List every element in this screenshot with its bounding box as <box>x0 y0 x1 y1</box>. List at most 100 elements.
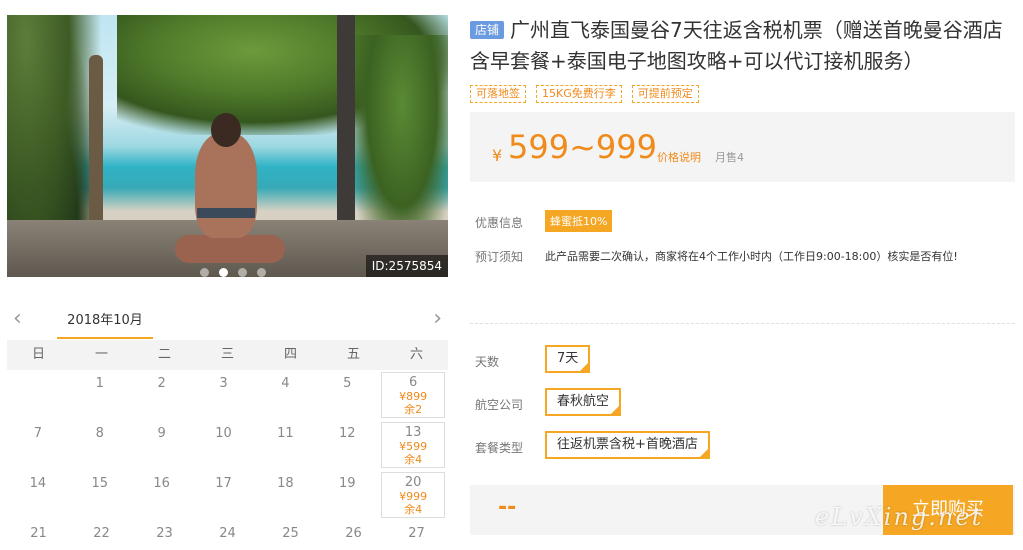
calendar-day-price: ¥899 <box>399 390 428 403</box>
calendar-day: 10 <box>193 420 255 470</box>
calendar-day-number: 17 <box>215 476 232 491</box>
airline-option-button[interactable]: 春秋航空 <box>545 388 622 416</box>
weekday-label: 六 <box>409 347 423 362</box>
calendar-day-number: 22 <box>93 526 110 541</box>
calendar-day-price: ¥999 <box>399 490 428 503</box>
weekday-label: 一 <box>94 347 108 362</box>
days-label: 天数 <box>475 355 500 369</box>
calendar-day-number: 15 <box>91 476 109 491</box>
calendar-day-available[interactable]: 6 ¥899 余2 <box>381 372 446 418</box>
calendar-day-number: 12 <box>338 426 356 441</box>
calendar-week-row: 1 2 3 4 5 6 ¥899 余2 <box>7 370 448 420</box>
product-title-block: 店铺 广州直飞泰国曼谷7天往返含税机票（赠送首晚曼谷酒店含早套餐+泰国电子地图攻略… <box>470 15 1015 77</box>
calendar-day: 23 <box>133 520 196 550</box>
calendar-day-number: 4 <box>281 376 290 391</box>
calendar-week-row: 21 22 23 24 25 26 27 <box>7 520 448 550</box>
calendar-day-number: 19 <box>338 476 356 491</box>
promo-badge: 蜂蜜抵10% <box>545 210 613 232</box>
carousel-dot-active[interactable] <box>219 268 228 277</box>
price-range: 599~999 <box>508 128 657 166</box>
weekday-label: 日 <box>31 347 45 362</box>
weekday-label: 三 <box>220 347 234 362</box>
calendar-day-number: 7 <box>33 426 43 441</box>
calendar-day-number: 16 <box>153 476 170 491</box>
weekday-label: 五 <box>346 347 360 362</box>
package-option-row: 套餐类型 往返机票含税+首晚酒店 <box>470 431 1015 463</box>
calendar-day-number: 20 <box>404 475 422 490</box>
currency-symbol: ¥ <box>492 146 503 165</box>
calendar-day-number: 6 <box>408 375 418 390</box>
calendar-month-tab[interactable]: 2018年10月 <box>57 303 153 339</box>
package-option-button[interactable]: 往返机票含税+首晚酒店 <box>545 431 710 459</box>
calendar-day: 9 <box>131 420 193 470</box>
product-photo-carousel[interactable]: ID:2575854 <box>7 15 448 277</box>
calendar-day: 16 <box>131 470 193 520</box>
calendar-weekday-row: 日 一 二 三 四 五 六 <box>7 340 448 370</box>
airline-option-row: 航空公司 春秋航空 <box>470 388 1015 420</box>
calendar-day-available[interactable]: 13 ¥599 余4 <box>381 422 446 468</box>
chevron-right-icon[interactable]: › <box>433 308 442 330</box>
notice-text: 此产品需要二次确认，商家将在4个工作小时内（工作日9:00-18:00）核实是否… <box>545 250 958 263</box>
calendar-day-number: 27 <box>408 526 425 541</box>
days-option-button[interactable]: 7天 <box>545 345 591 373</box>
calendar-day-stock: 余2 <box>404 403 423 416</box>
calendar-day-number: 25 <box>282 526 299 541</box>
photo-person-legs <box>175 235 285 263</box>
calendar-day-number: 24 <box>219 526 236 541</box>
carousel-dots <box>200 268 266 277</box>
calendar-grid: 日 一 二 三 四 五 六 1 2 3 4 5 6 ¥899 余2 7 8 9 10 11 12 13 ¥59… <box>7 340 448 550</box>
price-explanation-link[interactable]: 价格说明 <box>657 149 701 165</box>
product-tags: 可落地签 15KG免费行李 可提前预定 <box>470 85 1015 103</box>
days-option-row: 天数 7天 <box>470 345 1015 377</box>
store-badge[interactable]: 店铺 <box>470 21 505 39</box>
calendar-day: 4 <box>254 370 316 420</box>
calendar-day-number: 8 <box>95 426 104 441</box>
photo-person-head <box>211 113 241 147</box>
calendar-day-number: 21 <box>30 526 47 541</box>
calendar-day-number: 10 <box>215 426 232 441</box>
carousel-dot[interactable] <box>200 268 209 277</box>
calendar-day: 22 <box>70 520 133 550</box>
weekday-label: 二 <box>157 347 171 362</box>
package-label: 套餐类型 <box>475 441 524 455</box>
product-tag: 可落地签 <box>470 85 526 103</box>
calendar-day: 24 <box>196 520 259 550</box>
price-box: ¥ 599~999 价格说明 月售4 <box>470 112 1015 182</box>
calendar-day: 17 <box>193 470 255 520</box>
calendar-day: 25 <box>259 520 322 550</box>
chevron-left-icon[interactable]: ‹ <box>13 308 22 330</box>
calendar-day: 12 <box>316 420 378 470</box>
calendar-day: 7 <box>7 420 69 470</box>
calendar-day-number: 26 <box>345 526 362 541</box>
calendar-day: 15 <box>69 470 131 520</box>
calendar-day <box>7 370 69 420</box>
carousel-dot[interactable] <box>238 268 247 277</box>
calendar-day: 3 <box>193 370 255 420</box>
product-tag: 可提前预定 <box>631 85 699 103</box>
calendar-day: 21 <box>7 520 70 550</box>
photo-person-body <box>195 133 257 238</box>
calendar-day: 18 <box>254 470 316 520</box>
calendar-day: 2 <box>131 370 193 420</box>
product-title: 广州直飞泰国曼谷7天往返含税机票（赠送首晚曼谷酒店含早套餐+泰国电子地图攻略+可… <box>470 18 1003 73</box>
watermark-logo: eLvXing.net <box>815 503 984 531</box>
calendar-day: 8 <box>69 420 131 470</box>
total-price: -- <box>498 495 517 520</box>
notice-label: 预订须知 <box>475 250 524 264</box>
promo-label: 优惠信息 <box>475 216 524 230</box>
calendar-day-available[interactable]: 20 ¥999 余4 <box>381 472 446 518</box>
carousel-dot[interactable] <box>257 268 266 277</box>
calendar-day-number: 2 <box>157 376 166 391</box>
calendar-day-number: 18 <box>277 476 294 491</box>
calendar-day: 26 <box>322 520 385 550</box>
calendar-day-number: 9 <box>157 426 166 441</box>
calendar-day: 1 <box>69 370 131 420</box>
calendar-week-row: 7 8 9 10 11 12 13 ¥599 余4 <box>7 420 448 470</box>
calendar-day: 11 <box>254 420 316 470</box>
divider <box>470 323 1015 324</box>
photo-id-label: ID:2575854 <box>365 255 448 277</box>
calendar-day-number: 1 <box>95 376 104 391</box>
calendar-day-number: 3 <box>219 376 228 391</box>
calendar-day: 5 <box>316 370 378 420</box>
calendar-week-row: 14 15 16 17 18 19 20 ¥999 余4 <box>7 470 448 520</box>
